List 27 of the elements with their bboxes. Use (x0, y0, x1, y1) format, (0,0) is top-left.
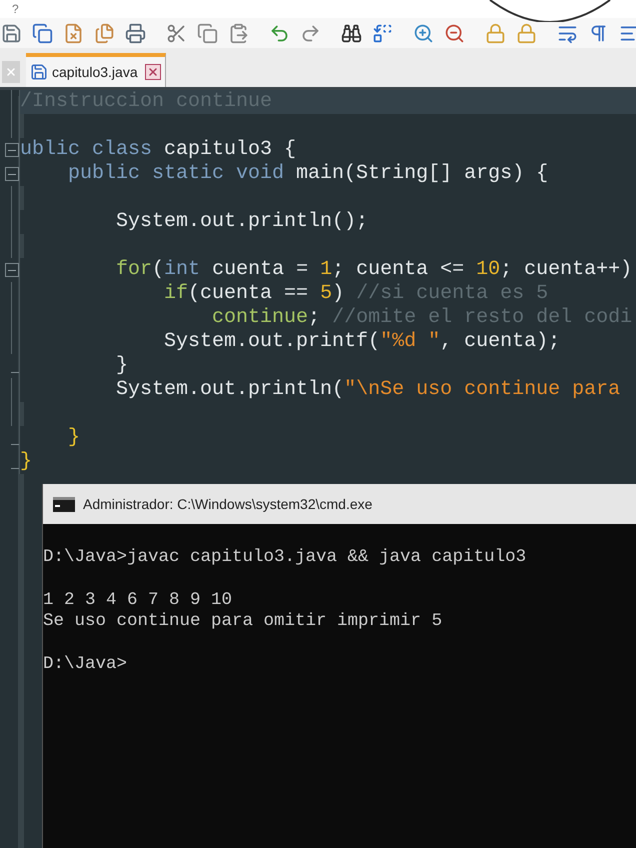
copy-icon[interactable] (197, 22, 218, 44)
undo-icon[interactable] (269, 22, 290, 44)
paste-icon[interactable] (228, 22, 249, 44)
print-icon[interactable] (125, 22, 146, 44)
fold-toggle-icon[interactable] (5, 263, 19, 277)
zoom-out-icon[interactable] (444, 22, 465, 44)
tab-label: capitulo3.java (52, 62, 138, 82)
save-icon[interactable] (1, 22, 22, 44)
close-tab-button[interactable] (144, 64, 161, 80)
fold-toggle-icon[interactable] (5, 167, 19, 181)
cut-icon[interactable] (166, 22, 187, 44)
console-line: D:\Java>javac capitulo3.java && java capitulo3 (43, 546, 526, 568)
fold-toggle-icon[interactable] (5, 143, 19, 157)
save-icon (30, 63, 48, 81)
binoculars-icon[interactable] (341, 22, 362, 44)
close-file-icon[interactable] (63, 22, 84, 44)
console-line: D:\Java> (43, 654, 128, 676)
file-tab[interactable]: capitulo3.java (26, 53, 166, 87)
close-icon (5, 66, 17, 78)
console-icon (53, 496, 75, 512)
menu-item[interactable]: ? (12, 0, 19, 18)
console-line: Se uso continue para omitir imprimir 5 (43, 611, 442, 632)
redo-icon[interactable] (300, 22, 321, 44)
console-title: Administrador: C:\Windows\system32\cmd.exe (83, 494, 372, 514)
zoom-in-icon[interactable] (413, 22, 434, 44)
console-line: 1 2 3 4 6 7 8 9 10 (43, 590, 232, 611)
close-icon (146, 66, 159, 78)
